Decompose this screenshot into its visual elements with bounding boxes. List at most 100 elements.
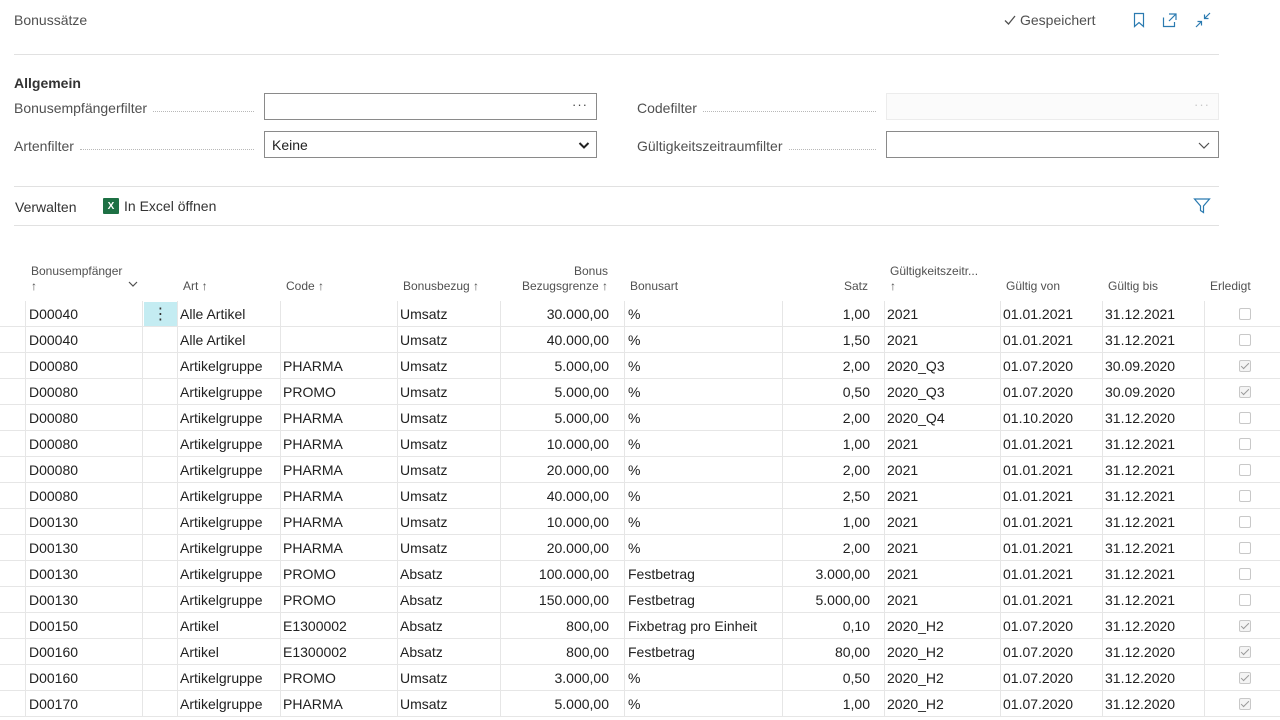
cell-to[interactable]: 31.12.2020 <box>1105 665 1202 691</box>
cell-recipient[interactable]: D00130 <box>29 535 139 561</box>
cell-reference[interactable]: Umsatz <box>400 509 498 535</box>
cell-reference[interactable]: Umsatz <box>400 431 498 457</box>
cell-limit[interactable]: 30.000,00 <box>503 301 609 327</box>
manage-action[interactable]: Verwalten <box>15 199 76 215</box>
cell-type[interactable]: Artikelgruppe <box>180 457 278 483</box>
cell-code[interactable]: PROMO <box>283 587 395 613</box>
cell-type[interactable]: Artikelgruppe <box>180 587 278 613</box>
cell-reference[interactable]: Umsatz <box>400 379 498 405</box>
cell-reference[interactable]: Umsatz <box>400 405 498 431</box>
table-row[interactable]: D00080 Artikelgruppe PHARMA Umsatz 40.000,00… <box>0 483 1280 509</box>
done-checkbox[interactable] <box>1239 334 1251 346</box>
cell-code[interactable]: PHARMA <box>283 691 395 717</box>
cell-period[interactable]: 2021 <box>887 431 997 457</box>
column-header-period[interactable]: Gültigkeitszeitr... ↑ <box>890 264 978 294</box>
cell-type[interactable]: Artikelgruppe <box>180 483 278 509</box>
open-in-excel-button[interactable]: X In Excel öffnen <box>103 198 216 214</box>
cell-period[interactable]: 2021 <box>887 587 997 613</box>
column-header-valid-from[interactable]: Gültig von <box>1006 279 1060 294</box>
done-checkbox[interactable] <box>1239 620 1251 632</box>
cell-from[interactable]: 01.07.2020 <box>1003 379 1100 405</box>
cell-code[interactable]: PROMO <box>283 561 395 587</box>
cell-limit[interactable]: 20.000,00 <box>503 535 609 561</box>
done-checkbox[interactable] <box>1239 568 1251 580</box>
cell-bonus-type[interactable]: % <box>628 379 780 405</box>
cell-to[interactable]: 31.12.2021 <box>1105 535 1202 561</box>
cell-to[interactable]: 31.12.2021 <box>1105 431 1202 457</box>
table-row[interactable]: D00130 Artikelgruppe PROMO Absatz 150.000,00… <box>0 587 1280 613</box>
cell-code[interactable]: PHARMA <box>283 353 395 379</box>
table-row[interactable]: D00130 Artikelgruppe PHARMA Umsatz 10.000,00… <box>0 509 1280 535</box>
table-row[interactable]: D00170 Artikelgruppe PHARMA Umsatz 5.000,00%… <box>0 691 1280 717</box>
cell-type[interactable]: Artikelgruppe <box>180 561 278 587</box>
cell-bonus-type[interactable]: % <box>628 691 780 717</box>
cell-reference[interactable]: Umsatz <box>400 353 498 379</box>
cell-type[interactable]: Artikelgruppe <box>180 405 278 431</box>
cell-from[interactable]: 01.07.2020 <box>1003 639 1100 665</box>
cell-limit[interactable]: 100.000,00 <box>503 561 609 587</box>
done-checkbox[interactable] <box>1239 542 1251 554</box>
cell-period[interactable]: 2020_Q3 <box>887 379 997 405</box>
table-row[interactable]: D00080 Artikelgruppe PROMO Umsatz 5.000,00% 0… <box>0 379 1280 405</box>
cell-bonus-type[interactable]: % <box>628 509 780 535</box>
cell-from[interactable]: 01.01.2021 <box>1003 587 1100 613</box>
lookup-button[interactable]: ··· <box>572 97 588 112</box>
cell-from[interactable]: 01.01.2021 <box>1003 327 1100 353</box>
cell-code[interactable]: PROMO <box>283 379 395 405</box>
cell-period[interactable]: 2020_Q4 <box>887 405 997 431</box>
cell-period[interactable]: 2021 <box>887 483 997 509</box>
cell-period[interactable]: 2020_H2 <box>887 613 997 639</box>
cell-rate[interactable]: 2,00 <box>786 405 870 431</box>
cell-rate[interactable]: 1,00 <box>786 301 870 327</box>
cell-recipient[interactable]: D00080 <box>29 457 139 483</box>
cell-limit[interactable]: 3.000,00 <box>503 665 610 691</box>
cell-from[interactable]: 01.01.2021 <box>1003 457 1100 483</box>
cell-type[interactable]: Artikelgruppe <box>180 665 278 691</box>
cell-from[interactable]: 01.01.2021 <box>1003 535 1100 561</box>
cell-recipient[interactable]: D00130 <box>29 561 139 587</box>
cell-limit[interactable]: 5.000,00 <box>503 379 610 405</box>
column-header-reference[interactable]: Bonusbezug ↑ <box>403 279 479 294</box>
column-header-recipient[interactable]: Bonusempfänger ↑ <box>31 264 122 294</box>
cell-to[interactable]: 31.12.2021 <box>1105 561 1202 587</box>
cell-to[interactable]: 31.12.2020 <box>1105 613 1202 639</box>
cell-code[interactable]: PHARMA <box>283 405 395 431</box>
column-header-done[interactable]: Erledigt <box>1210 279 1251 294</box>
cell-recipient[interactable]: D00170 <box>29 691 139 717</box>
cell-to[interactable]: 30.09.2020 <box>1105 353 1202 379</box>
done-checkbox[interactable] <box>1239 594 1251 606</box>
cell-bonus-type[interactable]: % <box>628 457 780 483</box>
cell-limit[interactable]: 800,00 <box>503 639 609 665</box>
cell-type[interactable]: Artikelgruppe <box>180 691 278 717</box>
cell-period[interactable]: 2021 <box>887 561 997 587</box>
cell-type[interactable]: Alle Artikel <box>180 301 278 327</box>
column-header-valid-to[interactable]: Gültig bis <box>1108 279 1158 294</box>
cell-period[interactable]: 2020_H2 <box>887 691 997 717</box>
cell-recipient[interactable]: D00160 <box>29 665 139 691</box>
cell-code[interactable]: PHARMA <box>283 431 395 457</box>
cell-type[interactable]: Artikelgruppe <box>180 353 278 379</box>
done-checkbox[interactable] <box>1239 308 1251 320</box>
cell-type[interactable]: Artikelgruppe <box>180 535 278 561</box>
cell-reference[interactable]: Absatz <box>400 561 498 587</box>
table-row[interactable]: D00130 Artikelgruppe PHARMA Umsatz 20.000,00… <box>0 535 1280 561</box>
cell-to[interactable]: 31.12.2021 <box>1105 457 1202 483</box>
cell-code[interactable]: PROMO <box>283 665 395 691</box>
filter-icon[interactable] <box>1193 197 1211 220</box>
done-checkbox[interactable] <box>1239 412 1251 424</box>
cell-limit[interactable]: 5.000,00 <box>503 691 610 717</box>
cell-to[interactable]: 31.12.2020 <box>1105 639 1202 665</box>
table-row[interactable]: D00080 Artikelgruppe PHARMA Umsatz 20.000,00… <box>0 457 1280 483</box>
cell-code[interactable] <box>283 301 395 327</box>
cell-bonus-type[interactable]: % <box>628 405 780 431</box>
chevron-down-icon[interactable] <box>128 280 138 288</box>
table-row[interactable]: D00160 Artikel E1300002 Absatz 800,00 Festbet… <box>0 639 1280 665</box>
cell-period[interactable]: 2021 <box>887 301 997 327</box>
cell-rate[interactable]: 3.000,00 <box>786 561 871 587</box>
cell-from[interactable]: 01.01.2021 <box>1003 483 1100 509</box>
cell-bonus-type[interactable]: % <box>628 535 780 561</box>
cell-reference[interactable]: Absatz <box>400 639 498 665</box>
cell-rate[interactable]: 2,00 <box>786 457 870 483</box>
cell-rate[interactable]: 80,00 <box>786 639 870 665</box>
cell-code[interactable]: E1300002 <box>283 639 395 665</box>
